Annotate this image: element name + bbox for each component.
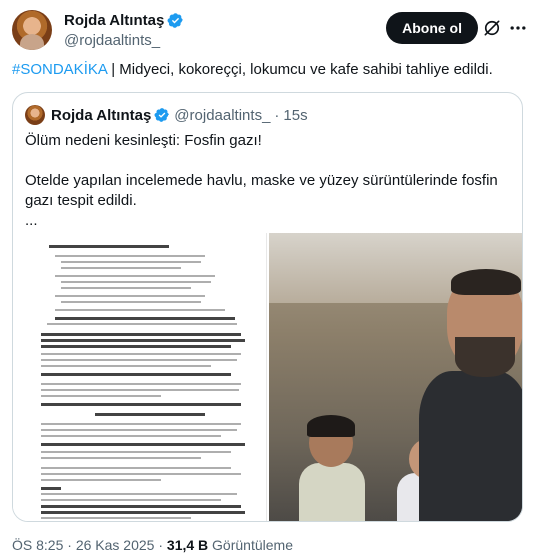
tweet-meta: ÖS 8:25 · 26 Kas 2025 · 31,4 B Görüntüle…: [12, 536, 293, 554]
verified-badge-icon: [154, 108, 170, 122]
avatar[interactable]: [12, 10, 52, 50]
document-text-line: [41, 451, 231, 453]
views-count: 31,4 B: [166, 537, 209, 553]
tweet-body: | Midyeci, kokoreççi, lokumcu ve kafe sa…: [107, 61, 493, 78]
document-text-line: [55, 317, 235, 320]
tweet-text: #SONDAKİKA | Midyeci, kokoreççi, lokumcu…: [12, 60, 528, 80]
meta-separator: ·: [154, 537, 167, 553]
document-text-line: [41, 517, 191, 519]
document-text-line: [61, 287, 191, 289]
quote-line-1: Ölüm nedeni kesinleşti: Fosfin gazı!: [25, 132, 262, 149]
document-text-line: [95, 413, 205, 416]
document-text-line: [41, 429, 237, 431]
document-text-line: [41, 395, 161, 397]
document-text-line: [55, 275, 215, 277]
follow-button[interactable]: Abone ol: [386, 12, 478, 44]
grok-icon[interactable]: [482, 18, 502, 38]
document-text-line: [41, 479, 161, 481]
quote-author-handle: @rojdaaltints_: [174, 106, 271, 124]
document-text-line: [41, 467, 231, 469]
author-block: Rojda Altıntaş @rojdaaltints_: [64, 11, 184, 50]
document-text-line: [41, 389, 239, 391]
views-label: Görüntüleme: [208, 537, 293, 553]
hashtag-link[interactable]: #SONDAKİKA: [12, 61, 107, 78]
document-text-line: [41, 505, 241, 508]
document-text-line: [41, 511, 245, 514]
quote-line-2: Otelde yapılan incelemede havlu, maske v…: [25, 172, 498, 209]
document-text-line: [41, 333, 241, 336]
document-text-line: [41, 345, 231, 348]
quoted-tweet[interactable]: Rojda Altıntaş @rojdaaltints_ · 15s Ölüm…: [12, 92, 523, 522]
document-text-line: [41, 499, 221, 501]
document-text-line: [41, 383, 241, 385]
author-handle[interactable]: @rojdaaltints_: [64, 31, 184, 50]
document-text-line: [49, 245, 169, 248]
document-text-line: [61, 261, 201, 263]
document-text-line: [41, 443, 245, 446]
document-page: [35, 237, 251, 521]
quote-text: Ölüm nedeni kesinleşti: Fosfin gazı! Ote…: [25, 131, 511, 231]
selfie-photo[interactable]: [269, 233, 522, 521]
verified-badge-icon: [167, 13, 184, 28]
document-text-line: [55, 255, 205, 257]
document-text-line: [55, 295, 205, 297]
document-image[interactable]: [13, 233, 267, 521]
quote-timestamp: 15s: [283, 106, 308, 124]
quote-media: [13, 233, 522, 521]
document-text-line: [61, 281, 211, 283]
document-text-line: [41, 359, 237, 361]
more-icon[interactable]: [508, 18, 528, 38]
author-name-row[interactable]: Rojda Altıntaş: [64, 11, 184, 30]
document-text-line: [47, 323, 237, 325]
tweet-header: Rojda Altıntaş @rojdaaltints_ Abone ol: [12, 10, 528, 50]
document-text-line: [61, 267, 181, 269]
document-text-line: [41, 365, 211, 367]
document-text-line: [41, 373, 231, 376]
document-text-line: [41, 493, 237, 495]
document-text-line: [41, 487, 61, 490]
document-text-line: [41, 353, 241, 355]
document-text-line: [41, 457, 201, 459]
quote-separator: ·: [274, 106, 280, 124]
meta-separator: ·: [63, 537, 76, 553]
author-name[interactable]: Rojda Altıntaş: [64, 11, 164, 30]
quote-line-3: ...: [25, 212, 38, 229]
document-text-line: [41, 423, 241, 425]
quote-header: Rojda Altıntaş @rojdaaltints_ · 15s: [25, 105, 308, 125]
quote-avatar: [25, 105, 45, 125]
quote-author-name: Rojda Altıntaş: [51, 106, 152, 124]
document-text-line: [61, 301, 201, 303]
document-text-line: [41, 435, 221, 437]
document-text-line: [41, 403, 241, 406]
document-text-line: [41, 473, 241, 475]
document-text-line: [41, 339, 245, 342]
tweet-date[interactable]: 26 Kas 2025: [76, 537, 155, 553]
tweet-time[interactable]: ÖS 8:25: [12, 537, 63, 553]
document-text-line: [55, 309, 225, 311]
